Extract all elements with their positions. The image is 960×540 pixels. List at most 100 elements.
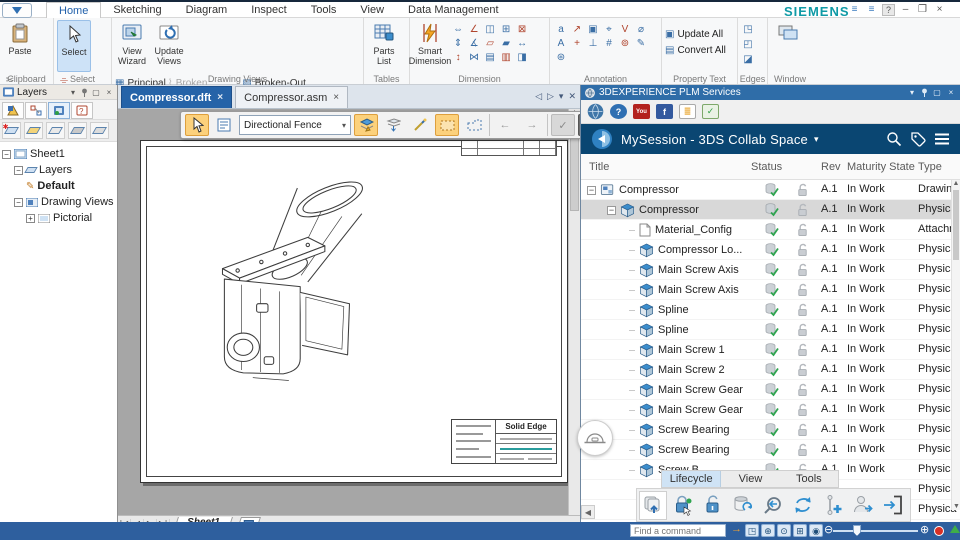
help-icon[interactable]: ?: [610, 104, 627, 119]
annotation-tool-icon[interactable]: V: [617, 24, 633, 38]
options-list-button[interactable]: [212, 114, 236, 136]
view-wizard-button[interactable]: View Wizard: [115, 20, 149, 72]
tree-node-layers[interactable]: − Layers: [2, 162, 115, 178]
table-row[interactable]: − Compressor A.1 In Work Drawing: [581, 180, 960, 200]
edges-tool-icon[interactable]: ◪: [741, 54, 755, 67]
dimension-tool-icon[interactable]: ⇔: [450, 24, 466, 38]
popup-tab[interactable]: Lifecycle: [662, 471, 722, 487]
library-tab-icon[interactable]: [2, 102, 24, 119]
zoom-out-icon[interactable]: ⊖: [824, 523, 833, 536]
move-to-layer-icon[interactable]: [68, 122, 87, 139]
find-command-input[interactable]: [630, 524, 726, 537]
annotation-tool-icon[interactable]: ⌖: [601, 24, 617, 38]
hamburger-menu-icon[interactable]: [934, 133, 950, 145]
sync-button[interactable]: [789, 491, 817, 520]
unlock-button[interactable]: [699, 491, 727, 520]
annotation-tool-icon[interactable]: ⊚: [617, 38, 633, 52]
accept-button[interactable]: ✓: [551, 114, 575, 136]
annotation-tool-icon[interactable]: ↗: [569, 24, 585, 38]
save-to-plm-button[interactable]: [639, 490, 667, 520]
dimension-tool-icon[interactable]: ⊠: [514, 24, 530, 38]
delete-layer-icon[interactable]: [90, 122, 109, 139]
table-row[interactable]: Screw Bearing A.1 In Work Physica: [581, 420, 960, 440]
bottom-level-select-button[interactable]: [381, 114, 405, 136]
collapse-icon[interactable]: −: [14, 197, 23, 207]
dimension-tool-icon[interactable]: ⊞: [498, 24, 514, 38]
menu-tab[interactable]: Home: [46, 2, 102, 18]
scroll-tabs-right-icon[interactable]: ▷: [547, 91, 554, 102]
zoom-slider-track[interactable]: [833, 530, 918, 532]
quickpick-button[interactable]: [408, 114, 432, 136]
dimension-tool-icon[interactable]: ◫: [482, 24, 498, 38]
new-layer-icon[interactable]: ✱: [2, 122, 21, 139]
collapse-icon[interactable]: −: [14, 165, 23, 175]
fence-mode-dropdown[interactable]: Directional Fence ▾: [239, 115, 351, 135]
select-button[interactable]: Select: [57, 20, 91, 72]
forward-button[interactable]: →: [520, 114, 544, 136]
property-text-command[interactable]: ▤ Convert All: [665, 42, 734, 58]
annotation-tool-icon[interactable]: ✎: [633, 38, 649, 52]
tree-node-default-layer[interactable]: ✎ Default: [2, 178, 115, 194]
table-row[interactable]: Main Screw 2 A.1 In Work Physica: [581, 360, 960, 380]
annotation-tool-icon[interactable]: +: [569, 38, 585, 52]
3dexperience-compass-icon[interactable]: [591, 128, 613, 150]
tasks-icon[interactable]: ✓: [702, 104, 719, 119]
annotation-tool-icon[interactable]: #: [601, 38, 617, 52]
table-row[interactable]: Spline A.1 In Work Physica: [581, 300, 960, 320]
panel-menu-icon[interactable]: ▾: [907, 88, 917, 97]
menu-tab[interactable]: Data Management: [396, 2, 511, 18]
session-title[interactable]: MySession - 3DS Collab Space ▾: [621, 132, 878, 147]
dimension-tool-icon[interactable]: ⋈: [466, 52, 482, 66]
edges-tool-icon[interactable]: ◰: [741, 39, 755, 52]
scroll-tabs-left-icon[interactable]: ◁: [535, 91, 542, 102]
lock-checkout-button[interactable]: [669, 491, 697, 520]
annotation-tool-icon[interactable]: ⊥: [585, 38, 601, 52]
database-refresh-button[interactable]: [729, 491, 757, 520]
table-row[interactable]: Main Screw Axis A.1 In Work Physica: [581, 280, 960, 300]
annotation-tool-icon[interactable]: a: [553, 24, 569, 38]
float-panel-icon[interactable]: ▢: [91, 88, 101, 97]
edges-tool-icon[interactable]: ◳: [741, 24, 755, 37]
tag-icon[interactable]: [910, 131, 926, 147]
menu-tab[interactable]: Tools: [299, 2, 349, 18]
update-views-button[interactable]: Update Views: [152, 20, 186, 72]
table-row[interactable]: Main Screw Axis A.1 In Work Physica: [581, 260, 960, 280]
panel-menu-icon[interactable]: ▾: [68, 88, 78, 97]
dimension-tool-icon[interactable]: ∡: [466, 38, 482, 52]
annotation-tool-icon[interactable]: A: [553, 38, 569, 52]
dimension-tool-icon[interactable]: ▱: [482, 38, 498, 52]
table-row[interactable]: − Compressor A.1 In Work Physica: [581, 200, 960, 220]
document-tab[interactable]: Compressor.asm ×: [235, 86, 349, 108]
hide-layer-icon[interactable]: [46, 122, 65, 139]
command-arrow-icon[interactable]: →: [731, 523, 742, 535]
dimension-tool-icon[interactable]: ◨: [514, 52, 530, 66]
help-tab-icon[interactable]: ?: [71, 102, 93, 119]
column-maturity[interactable]: Maturity State: [847, 161, 915, 173]
pin-icon[interactable]: [921, 88, 928, 97]
fit-view-icon[interactable]: ⊞: [793, 524, 807, 537]
table-row[interactable]: Spline A.1 In Work Physica: [581, 320, 960, 340]
column-title[interactable]: Title: [589, 161, 609, 173]
search-icon[interactable]: [886, 131, 902, 147]
annotation-tool-icon[interactable]: ⊛: [553, 52, 569, 66]
popup-tab[interactable]: Tools: [780, 471, 838, 487]
collapse-icon[interactable]: −: [607, 205, 616, 215]
dimension-tool-icon[interactable]: ∠: [466, 24, 482, 38]
window-arrange-button[interactable]: [771, 20, 805, 72]
dimension-tool-icon[interactable]: ▤: [482, 52, 498, 66]
document-tab[interactable]: Compressor.dft ×: [121, 86, 233, 108]
zoom-selected-icon[interactable]: ⊙: [777, 524, 791, 537]
plm-scroll-left-icon[interactable]: ◀: [581, 505, 595, 519]
select-tool-button[interactable]: [185, 114, 209, 136]
menu-tab[interactable]: Diagram: [174, 2, 240, 18]
menu-tab[interactable]: Sketching: [101, 2, 173, 18]
layout-icon[interactable]: ≡: [848, 4, 861, 16]
dimension-tool-icon[interactable]: ▥: [498, 52, 514, 66]
assistant-helmet-button[interactable]: [577, 420, 613, 456]
layers-tab-icon[interactable]: [48, 102, 70, 119]
table-row[interactable]: Main Screw Gear A.1 In Work Physica: [581, 380, 960, 400]
close-tab-icon[interactable]: ×: [333, 92, 339, 103]
menu-tab[interactable]: View: [348, 2, 396, 18]
collapse-icon[interactable]: −: [587, 185, 596, 195]
expand-icon[interactable]: +: [26, 213, 35, 223]
